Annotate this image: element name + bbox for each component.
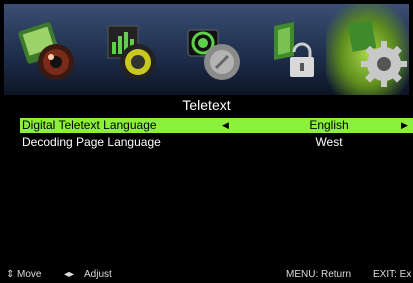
setting-label: Decoding Page Language	[22, 135, 161, 149]
channel-icon[interactable]	[178, 12, 254, 92]
exit-hint: EXIT: Ex	[373, 269, 412, 280]
setting-value: English	[309, 118, 349, 132]
updown-icon: ⇕	[6, 269, 15, 280]
setting-row-decoding-page-language[interactable]: Decoding Page Language West	[20, 135, 413, 150]
lock-icon[interactable]	[260, 12, 336, 92]
setting-label: Digital Teletext Language	[22, 118, 157, 132]
setting-value: West	[315, 135, 343, 149]
page-title: Teletext	[182, 97, 231, 113]
setting-row-digital-teletext-language[interactable]: Digital Teletext Language ◀ English ▶	[20, 118, 413, 133]
move-hint: Move	[17, 269, 42, 280]
leftright-icon: ◂▸	[64, 269, 75, 280]
tv-osd: Teletext Digital Teletext Language ◀ Eng…	[0, 0, 413, 283]
footer-hints: ⇕ Move ◂▸ Adjust MENU: Return EXIT: Ex	[0, 266, 413, 283]
adjust-hint: Adjust	[84, 269, 112, 280]
arrow-right-icon[interactable]: ▶	[401, 118, 408, 133]
picture-icon[interactable]	[14, 12, 90, 92]
sound-icon[interactable]	[96, 12, 172, 92]
arrow-left-icon[interactable]: ◀	[222, 118, 229, 133]
setup-icon[interactable]	[342, 12, 413, 92]
menu-hint: MENU: Return	[286, 269, 352, 280]
menu-icon-bar	[4, 4, 409, 95]
